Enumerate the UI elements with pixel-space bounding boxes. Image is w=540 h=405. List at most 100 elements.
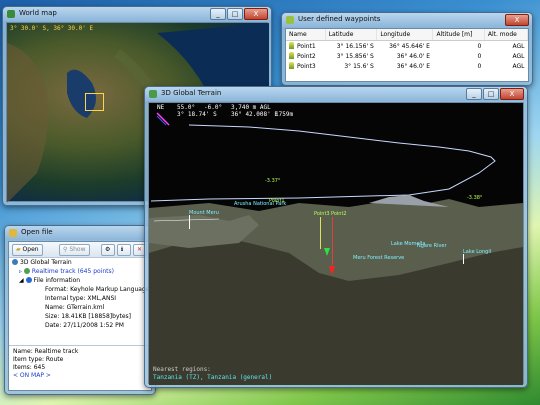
hud-latitude: 3° 18.74' S — [177, 111, 217, 118]
table-row[interactable]: Point3 3° 15.6' S 36° 46.0' E 0 AGL — [286, 61, 528, 71]
hud-pitch: 55.0° — [177, 104, 196, 111]
col-name[interactable]: Name — [286, 29, 326, 41]
waypoint-icon — [286, 16, 294, 24]
waypoints-table-area: Name Latitude Longitude Altitude [m] Alt… — [285, 28, 529, 82]
tree-track-label: Realtime track (645 points) — [31, 268, 114, 275]
on-map-link[interactable]: < ON MAP > — [13, 372, 147, 380]
tool-button-1[interactable]: ⚙ — [101, 244, 115, 256]
waypoint-name: Point3 — [297, 63, 316, 70]
label-stem — [189, 215, 190, 229]
waypoint-lat: 3° 16.156' S — [336, 42, 374, 50]
globe-icon — [7, 10, 15, 18]
terrain-window[interactable]: 3D Global Terrain _ □ X NE 55.0° -6.0° 3,7… — [144, 86, 528, 388]
waypoint-pin-icon — [289, 62, 294, 69]
show-button[interactable]: ⚲ Show — [59, 244, 90, 256]
tree-item-name: Name: GTerrain.kml — [45, 304, 105, 311]
settings-icon: ⚙ — [105, 246, 111, 253]
waypoint-stem — [332, 217, 333, 265]
tree-item-size: Size: 18.41KB [18858]bytes] — [45, 313, 132, 320]
col-alt-mode[interactable]: Alt. mode — [484, 29, 529, 41]
terrain-icon — [149, 90, 157, 98]
open-file-window[interactable]: Open file ▰ Open ⚲ Show ⚙ ℹ ✕ 3D Global … — [4, 225, 156, 395]
label-lake-longil[interactable]: Lake Longil — [463, 249, 491, 255]
map-view-marker[interactable] — [85, 93, 104, 111]
nearest-regions-value: Tanzania (TZ), Tanzania (general) — [153, 374, 273, 381]
terrain-titlebar[interactable]: 3D Global Terrain _ □ X — [145, 87, 527, 101]
maximize-button[interactable]: □ — [483, 88, 499, 100]
waypoint-pin-icon — [289, 42, 294, 49]
tree-file-info-label: File information — [33, 277, 81, 284]
col-latitude[interactable]: Latitude — [325, 29, 378, 41]
waypoint-name: Point1 — [297, 43, 316, 50]
waypoint-alt: 0 — [477, 42, 482, 50]
col-altitude[interactable]: Altitude [m] — [432, 29, 485, 41]
tree-item-track[interactable]: ▹ Realtime track (645 points) — [19, 268, 114, 275]
tree-item-file-info[interactable]: ◢ File information — [19, 277, 80, 284]
terrain-scene — [149, 124, 523, 385]
waypoints-titlebar[interactable]: User defined waypoints X — [282, 13, 532, 27]
waypoint-alt: 0 — [477, 62, 482, 70]
world-map-title: World map — [19, 9, 57, 17]
collapse-icon: ◢ — [19, 277, 26, 284]
label-lat-north: -3.37° — [265, 178, 281, 184]
show-button-label: Show — [69, 246, 86, 253]
label-point-b[interactable]: Point3 — [314, 211, 330, 217]
tree-item-internal: Internal type: XML,ANSI — [45, 295, 117, 302]
label-point-c[interactable]: Point2 — [331, 211, 347, 217]
minimize-button[interactable]: _ — [466, 88, 482, 100]
info-type: Item type: Route — [13, 356, 64, 363]
waypoint-name: Point2 — [297, 53, 316, 60]
waypoint-lat: 3° 15.856' S — [336, 52, 374, 60]
col-longitude[interactable]: Longitude — [376, 29, 434, 41]
terrain-viewport[interactable]: NE 55.0° -6.0° 3,740 m AGL 3° 18.74' S 3… — [148, 102, 524, 385]
open-file-toolbar: ▰ Open ⚲ Show ⚙ ℹ ✕ — [9, 242, 151, 258]
close-button[interactable]: X — [244, 8, 268, 20]
tree-item-date: Date: 27/11/2008 1:52 PM — [45, 322, 124, 329]
tree-item-format: Format: Keyhole Markup Language — [45, 286, 150, 293]
waypoints-window[interactable]: User defined waypoints X Name Latitude L… — [281, 12, 533, 86]
open-file-titlebar[interactable]: Open file — [5, 226, 155, 240]
open-button-label: Open — [22, 246, 39, 253]
open-file-title: Open file — [21, 228, 53, 236]
label-point-a[interactable]: Point1 — [269, 198, 285, 204]
hud-roll: -6.0° — [204, 104, 223, 111]
close-button[interactable]: X — [505, 14, 529, 26]
waypoint-mode: AGL — [512, 62, 525, 70]
waypoints-title: User defined waypoints — [298, 15, 381, 23]
waypoint-mode: AGL — [512, 52, 525, 60]
waypoint-lon: 36° 46.0' E — [396, 62, 430, 70]
open-file-panel: ▰ Open ⚲ Show ⚙ ℹ ✕ 3D Global Terrain ▹ … — [8, 241, 152, 391]
maximize-button[interactable]: □ — [227, 8, 243, 20]
table-row[interactable]: Point2 3° 15.856' S 36° 46.0' E 0 AGL — [286, 51, 528, 61]
terrain-title: 3D Global Terrain — [161, 89, 222, 97]
open-button[interactable]: ▰ Open — [12, 244, 43, 256]
tool-button-2[interactable]: ℹ — [117, 244, 131, 256]
label-stem — [463, 254, 464, 264]
close-button[interactable]: X — [500, 88, 524, 100]
minimize-button[interactable]: _ — [210, 8, 226, 20]
waypoint-lat: 3° 15.6' S — [344, 62, 374, 70]
label-ngare-river[interactable]: Ngare River — [417, 243, 447, 249]
item-info-panel: Name: Realtime track Item type: Route It… — [9, 345, 151, 390]
hud-heading: NE — [157, 104, 165, 111]
tree-item-root[interactable]: 3D Global Terrain — [12, 259, 72, 266]
globe-icon — [12, 259, 18, 265]
file-tree: 3D Global Terrain ▹ Realtime track (645 … — [9, 258, 151, 356]
table-row[interactable]: Point1 3° 16.156' S 36° 45.646' E 0 AGL — [286, 41, 528, 52]
waypoint-pin-icon — [289, 52, 294, 59]
folder-icon — [9, 229, 17, 237]
label-meru-forest[interactable]: Meru Forest Reserve — [353, 255, 404, 261]
tree-root-label: 3D Global Terrain — [20, 259, 72, 266]
info-name: Name: Realtime track — [13, 348, 79, 355]
waypoints-table: Name Latitude Longitude Altitude [m] Alt… — [286, 29, 529, 71]
label-lat-east: -3.38° — [467, 195, 483, 201]
compass-icon — [156, 112, 170, 126]
waypoint-alt: 0 — [477, 52, 482, 60]
waypoint-lon: 36° 46.0' E — [396, 52, 430, 60]
label-mount-meru[interactable]: Mount Meru — [189, 210, 219, 216]
world-map-titlebar[interactable]: World map _ □ X — [3, 7, 271, 21]
waypoint-mode: AGL — [512, 42, 525, 50]
info-icon: ℹ — [121, 246, 124, 253]
nearest-regions-label: Nearest regions: — [153, 366, 211, 373]
hud-range: 1759m — [275, 111, 294, 118]
